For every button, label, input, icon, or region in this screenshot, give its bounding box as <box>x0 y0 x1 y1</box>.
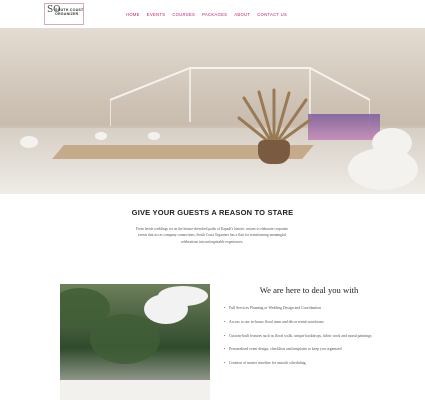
deal-list: Full Services Planning or Wedding Design… <box>224 306 394 375</box>
hero-pouf <box>20 136 38 148</box>
list-item: Custom-built features such as floral wal… <box>224 334 394 340</box>
nav-packages[interactable]: PACKAGES <box>202 12 227 17</box>
decor-photo <box>60 284 210 400</box>
hero-stage-lights <box>308 114 380 140</box>
main-nav: HOME EVENTS COURSES PACKAGES ABOUT CONTA… <box>126 12 287 17</box>
site-logo[interactable]: SO SOUTH COAST ORGANIZER <box>44 3 84 25</box>
hero-pouf <box>95 132 107 140</box>
hero-vase <box>258 140 290 164</box>
list-item: Full Services Planning or Wedding Design… <box>224 306 394 312</box>
list-item: Access to our in-house floral team and d… <box>224 320 394 326</box>
nav-courses[interactable]: COURSES <box>172 12 195 17</box>
photo-table <box>60 380 210 400</box>
section-title: GIVE YOUR GUESTS A REASON TO STARE <box>131 208 294 217</box>
photo-balloon <box>144 294 188 324</box>
nav-about[interactable]: ABOUT <box>234 12 250 17</box>
list-item: Creation of master timeline for smooth s… <box>224 361 394 367</box>
section-body: From lavish weddings set on the leisure-… <box>136 227 288 244</box>
nav-contact-us[interactable]: CONTACT US <box>257 12 287 17</box>
site-header: SO SOUTH COAST ORGANIZER HOME EVENTS COU… <box>0 0 425 28</box>
hero-pouf <box>372 128 412 158</box>
logo-text: SOUTH COAST ORGANIZER <box>55 8 84 16</box>
deal-title: We are here to deal you with <box>259 285 359 295</box>
list-item: Personalised event design, checklists an… <box>224 347 394 353</box>
pampas-arrangement <box>237 88 312 148</box>
photo-foliage <box>90 314 160 364</box>
nav-home[interactable]: HOME <box>126 12 140 17</box>
hero-pouf <box>148 132 160 140</box>
hero-image <box>0 28 425 194</box>
nav-events[interactable]: EVENTS <box>147 12 166 17</box>
